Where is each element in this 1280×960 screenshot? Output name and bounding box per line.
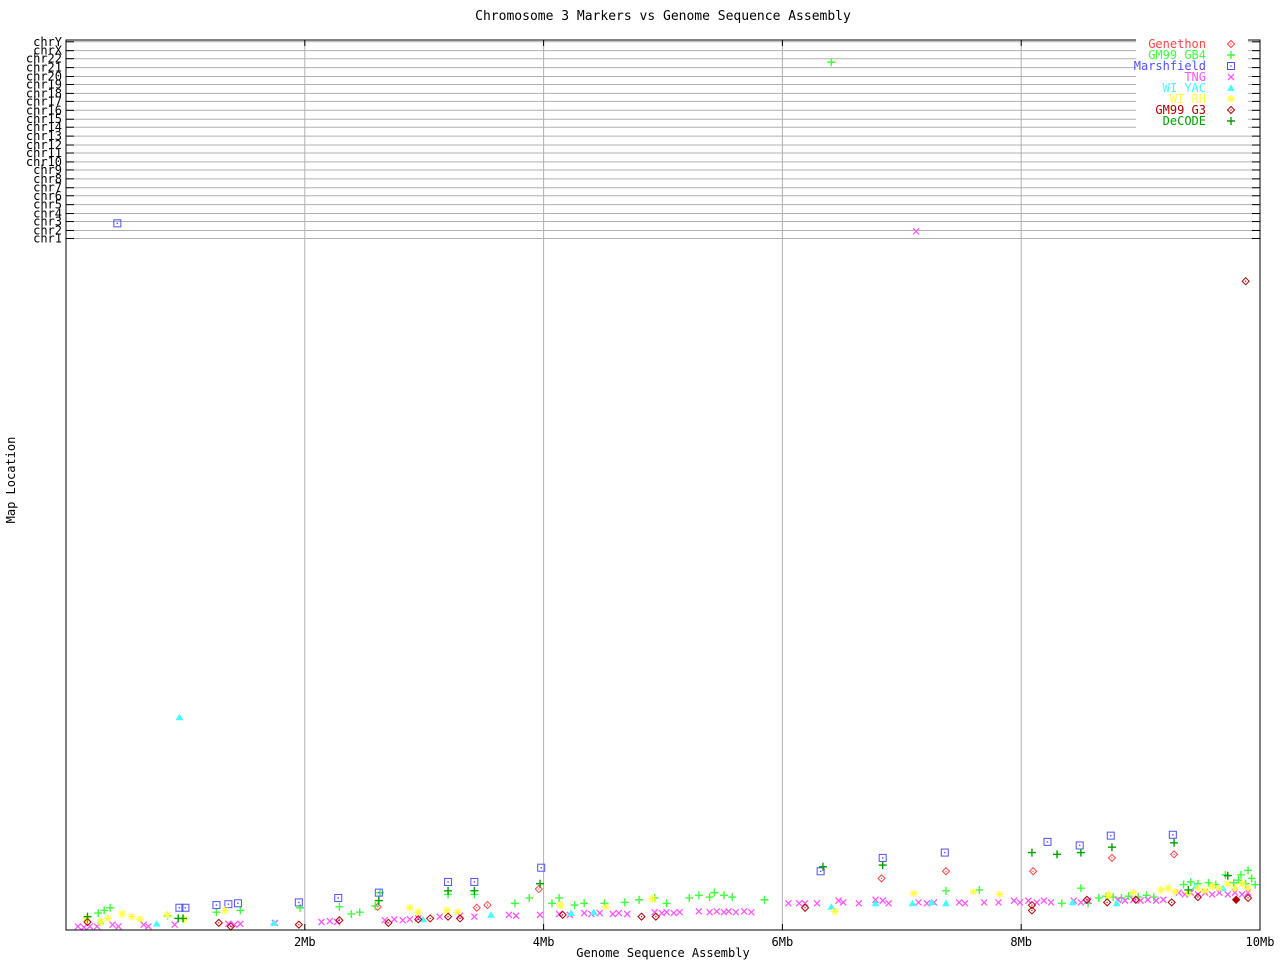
series-wi-yac [96,713,1227,927]
series-marshfield [113,219,1177,912]
x-tick-label: 4Mb [533,935,555,949]
gridlines [66,40,1260,930]
chart: Chromosome 3 Markers vs Genome Sequence … [0,0,1280,960]
axis-ticks [66,40,1261,930]
series-genethon [373,850,1179,912]
x-tick-label: 10Mb [1246,935,1275,949]
x-tick-label: 8Mb [1010,935,1032,949]
x-tick-label: 2Mb [294,935,316,949]
x-tick-labels: 2Mb 4Mb 6Mb 8Mb 10Mb [294,935,1274,949]
series-gm99-g3 [83,276,1253,931]
series-tng [74,227,1252,931]
legend: GenethonGM99 GB4MarshfieldTNGWI YACWI RH… [1134,34,1248,128]
x-tick-label: 6Mb [772,935,794,949]
legend-label: DeCODE [1163,114,1206,128]
plot-border [65,39,1261,931]
y-tick-label: chr1 [33,231,62,245]
y-tick-labels: chrYchrXchr22chr21chr20chr19chr18chr17ch… [26,35,63,246]
plot-canvas: 2Mb 4Mb 6Mb 8Mb 10Mb chrYchrXchr22chr21chr20c… [26,34,1274,949]
